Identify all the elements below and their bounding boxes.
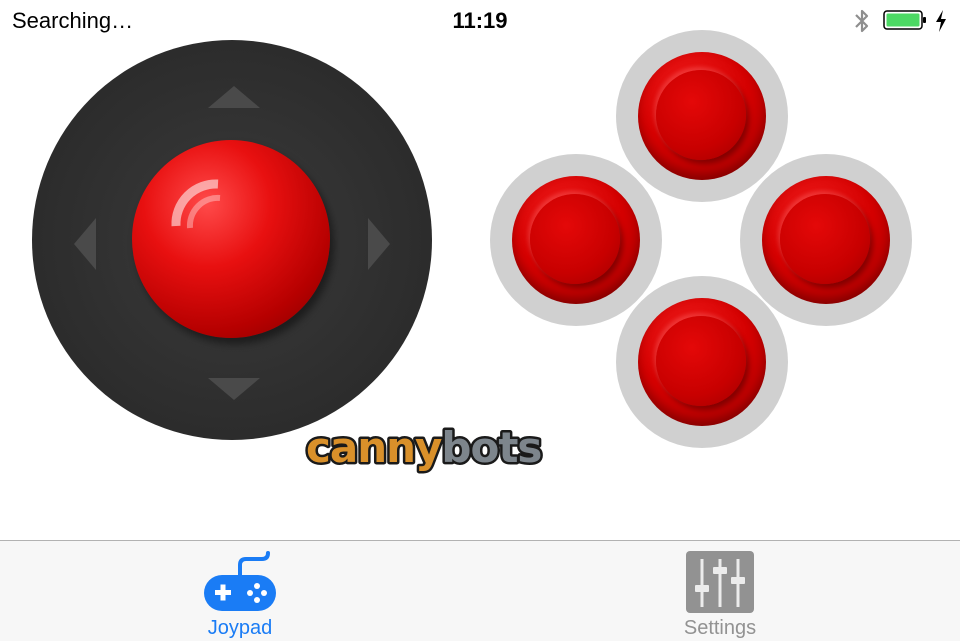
arrow-up-icon — [208, 86, 260, 108]
arrow-left-icon — [74, 218, 96, 270]
gamepad-icon — [204, 551, 276, 611]
tab-label-joypad: Joypad — [207, 617, 273, 639]
button-cap — [638, 298, 766, 426]
tab-settings[interactable]: Settings — [640, 541, 800, 641]
joystick[interactable] — [32, 40, 432, 440]
knob-highlight — [171, 179, 221, 229]
button-cap — [512, 176, 640, 304]
arrow-down-icon — [208, 378, 260, 400]
button-cap-top — [656, 70, 746, 160]
action-button-top[interactable] — [616, 30, 788, 202]
tab-bar: Joypad Settings — [0, 540, 960, 641]
button-cap-top — [780, 194, 870, 284]
joystick-knob[interactable] — [132, 140, 330, 338]
svg-text:cannybots: cannybots — [306, 424, 541, 472]
logo-part1: canny — [306, 424, 442, 472]
button-cap-top — [656, 316, 746, 406]
bluetooth-icon — [855, 9, 869, 33]
charging-icon — [936, 10, 946, 32]
battery-icon — [883, 10, 926, 30]
button-cap — [638, 52, 766, 180]
action-button-right[interactable] — [740, 154, 912, 326]
logo-part2: bots — [441, 424, 541, 472]
action-button-bottom[interactable] — [616, 276, 788, 448]
button-cap-top — [530, 194, 620, 284]
cannybots-logo: cannybots — [304, 424, 545, 475]
action-button-left[interactable] — [490, 154, 662, 326]
status-bar: Searching… 11:19 — [0, 0, 960, 40]
tab-label-settings: Settings — [683, 617, 757, 639]
arrow-right-icon — [368, 218, 390, 270]
clock: 11:19 — [452, 8, 508, 33]
tab-joypad[interactable]: Joypad — [160, 541, 320, 641]
sliders-icon — [686, 551, 754, 613]
button-cap — [762, 176, 890, 304]
